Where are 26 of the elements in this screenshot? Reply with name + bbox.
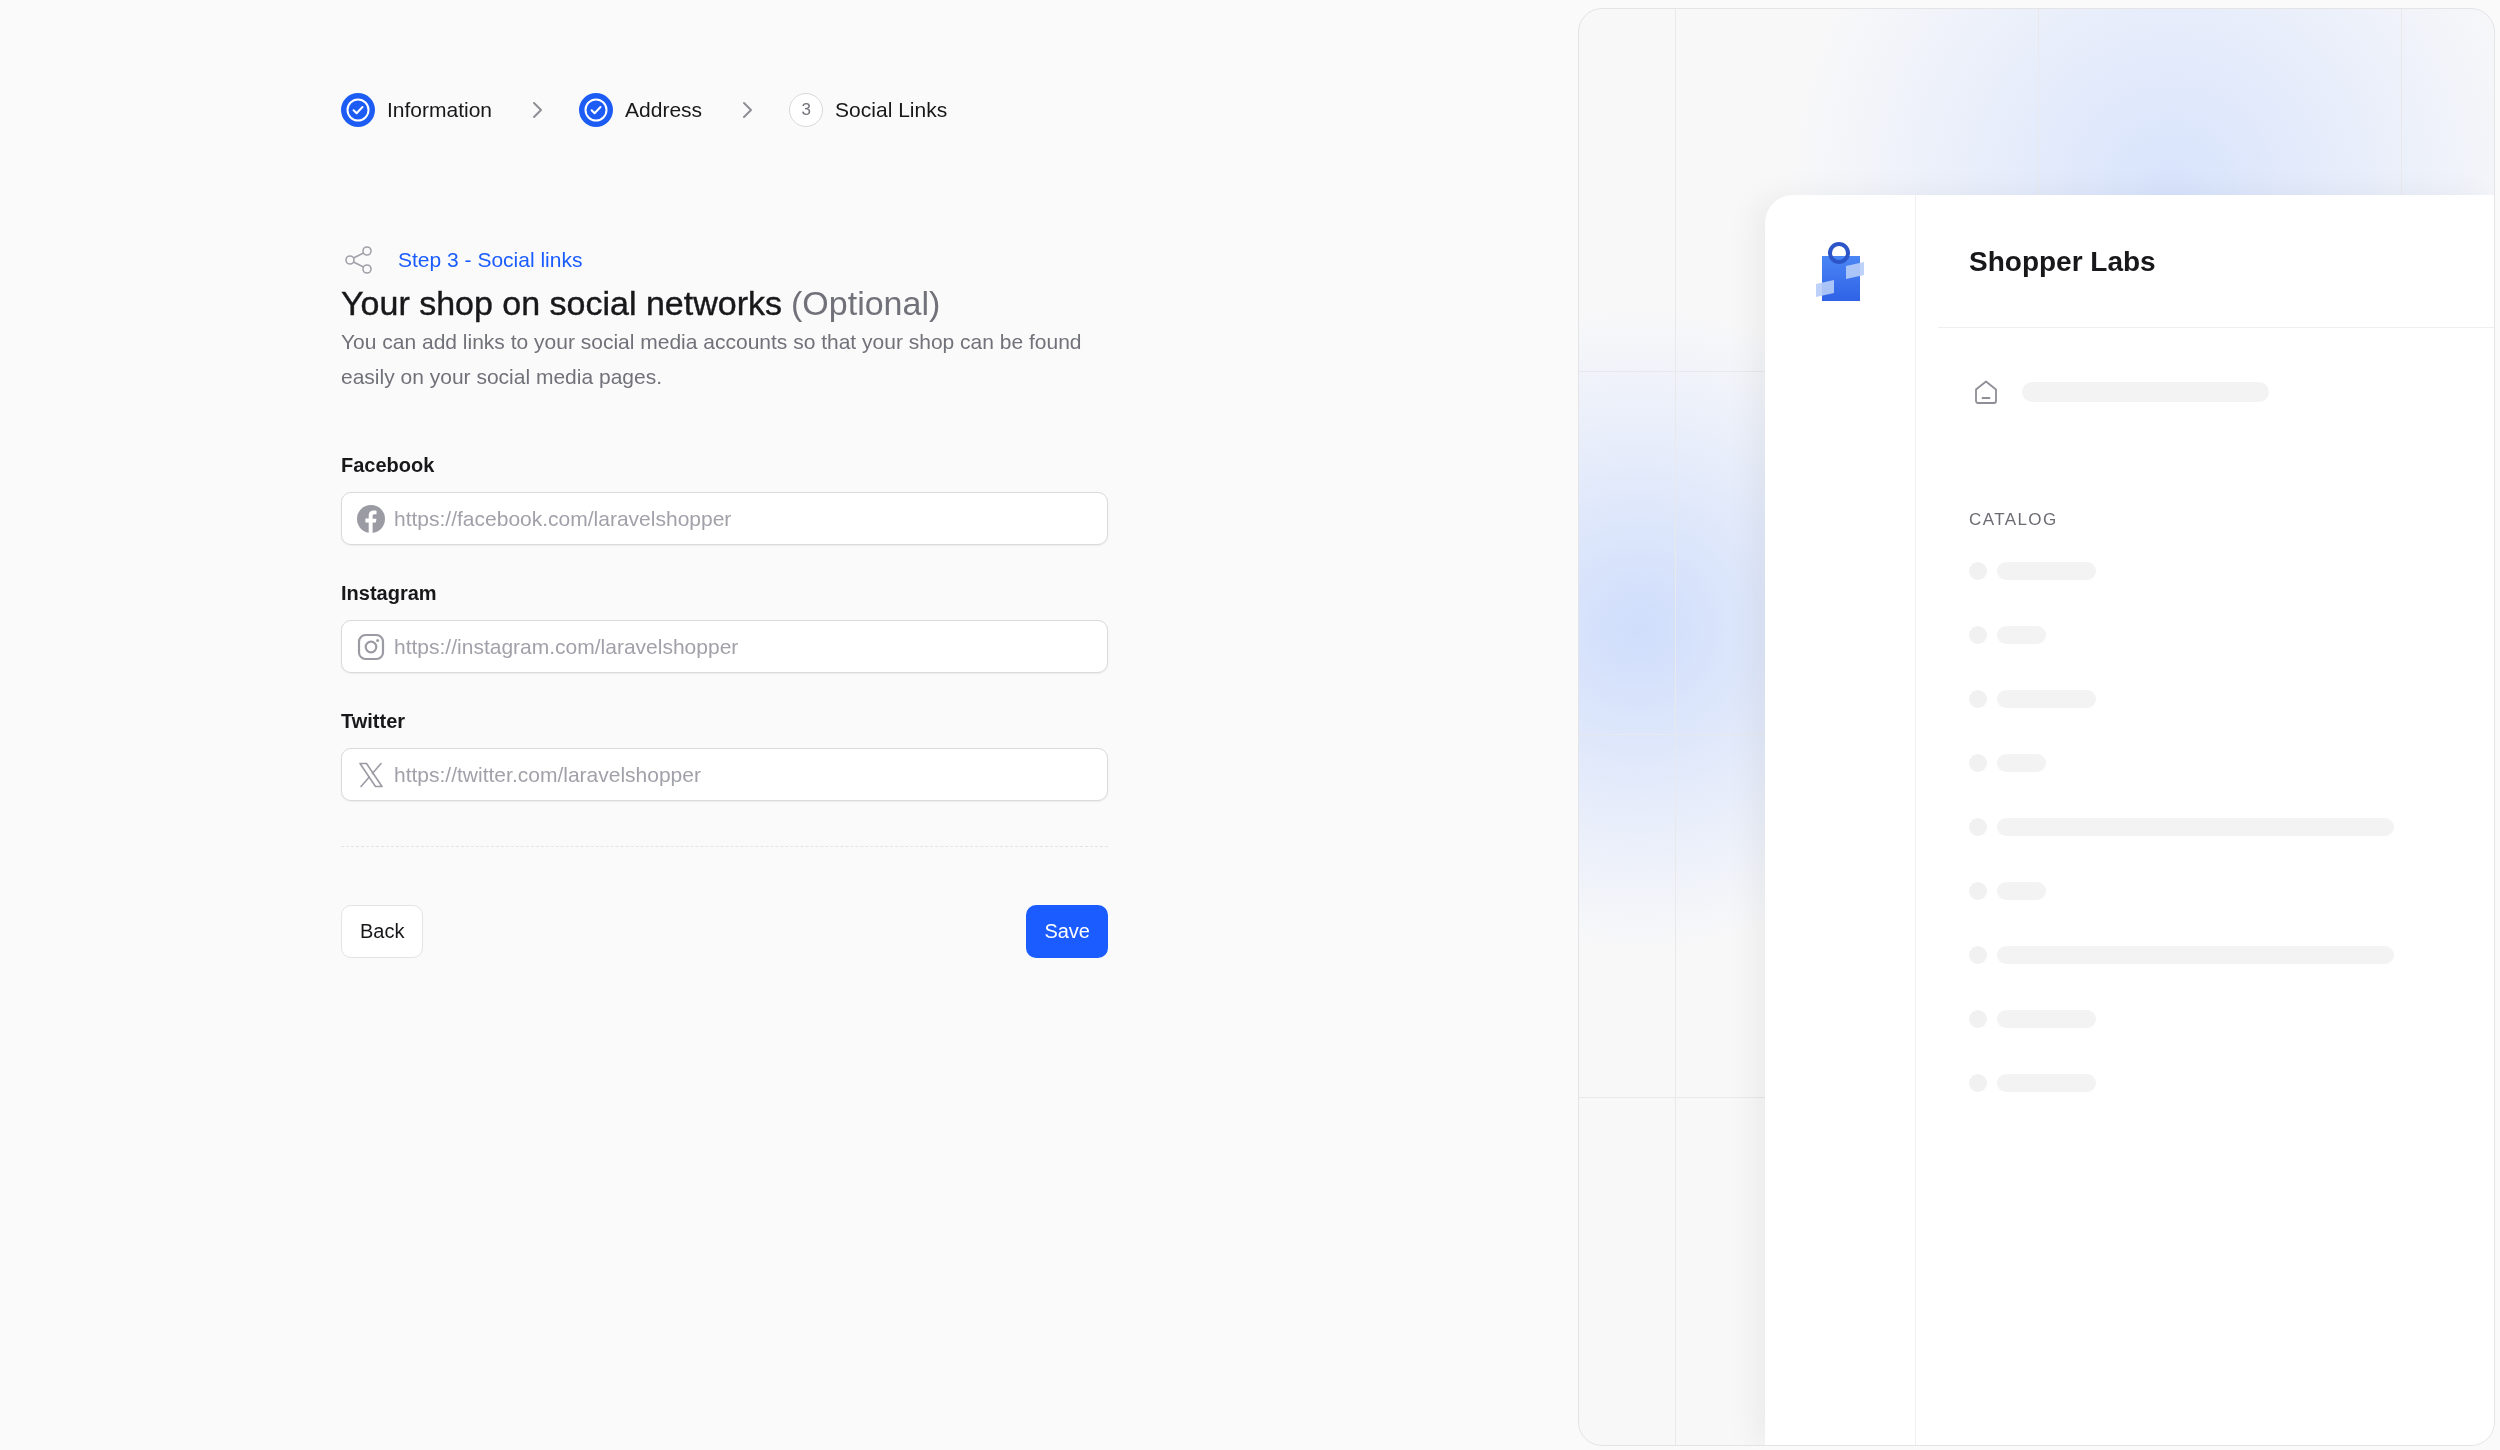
url-input[interactable]: https://instagram.com/laravelshopper [341,620,1108,673]
url-input[interactable]: https://facebook.com/laravelshopper [341,492,1108,545]
url-input[interactable]: https://twitter.com/laravelshopper [341,748,1108,801]
field-label: Facebook [341,453,436,478]
chevron-right-icon [532,101,544,119]
step-label[interactable]: Social Links [835,98,948,122]
chevron-right-icon [742,101,754,119]
field-label: Twitter [341,709,407,734]
shop-name: Shopper Labs [1969,246,2156,278]
page-title: Your shop on social networks [341,283,782,324]
step-label[interactable]: Address [625,98,703,122]
instagram-icon [357,632,385,661]
x-logo-icon [357,760,385,789]
back-button[interactable]: Back [341,905,424,958]
bag-logo-icon [1816,241,1864,301]
home-icon [1972,378,2000,406]
section-label: CATALOG [1969,510,2058,530]
optional-note: (Optional) [791,283,941,324]
step-label[interactable]: Information [387,98,493,122]
step-number: 3 [789,93,824,127]
save-button[interactable]: Save [1026,905,1108,958]
facebook-icon [357,504,385,533]
share-icon [345,246,372,274]
step-caption: Step 3 - Social links [398,248,583,272]
description: You can add links to your social media accounts so that your shop can be found easily on your social media pages. [341,329,1083,390]
field-label: Instagram [341,581,438,606]
